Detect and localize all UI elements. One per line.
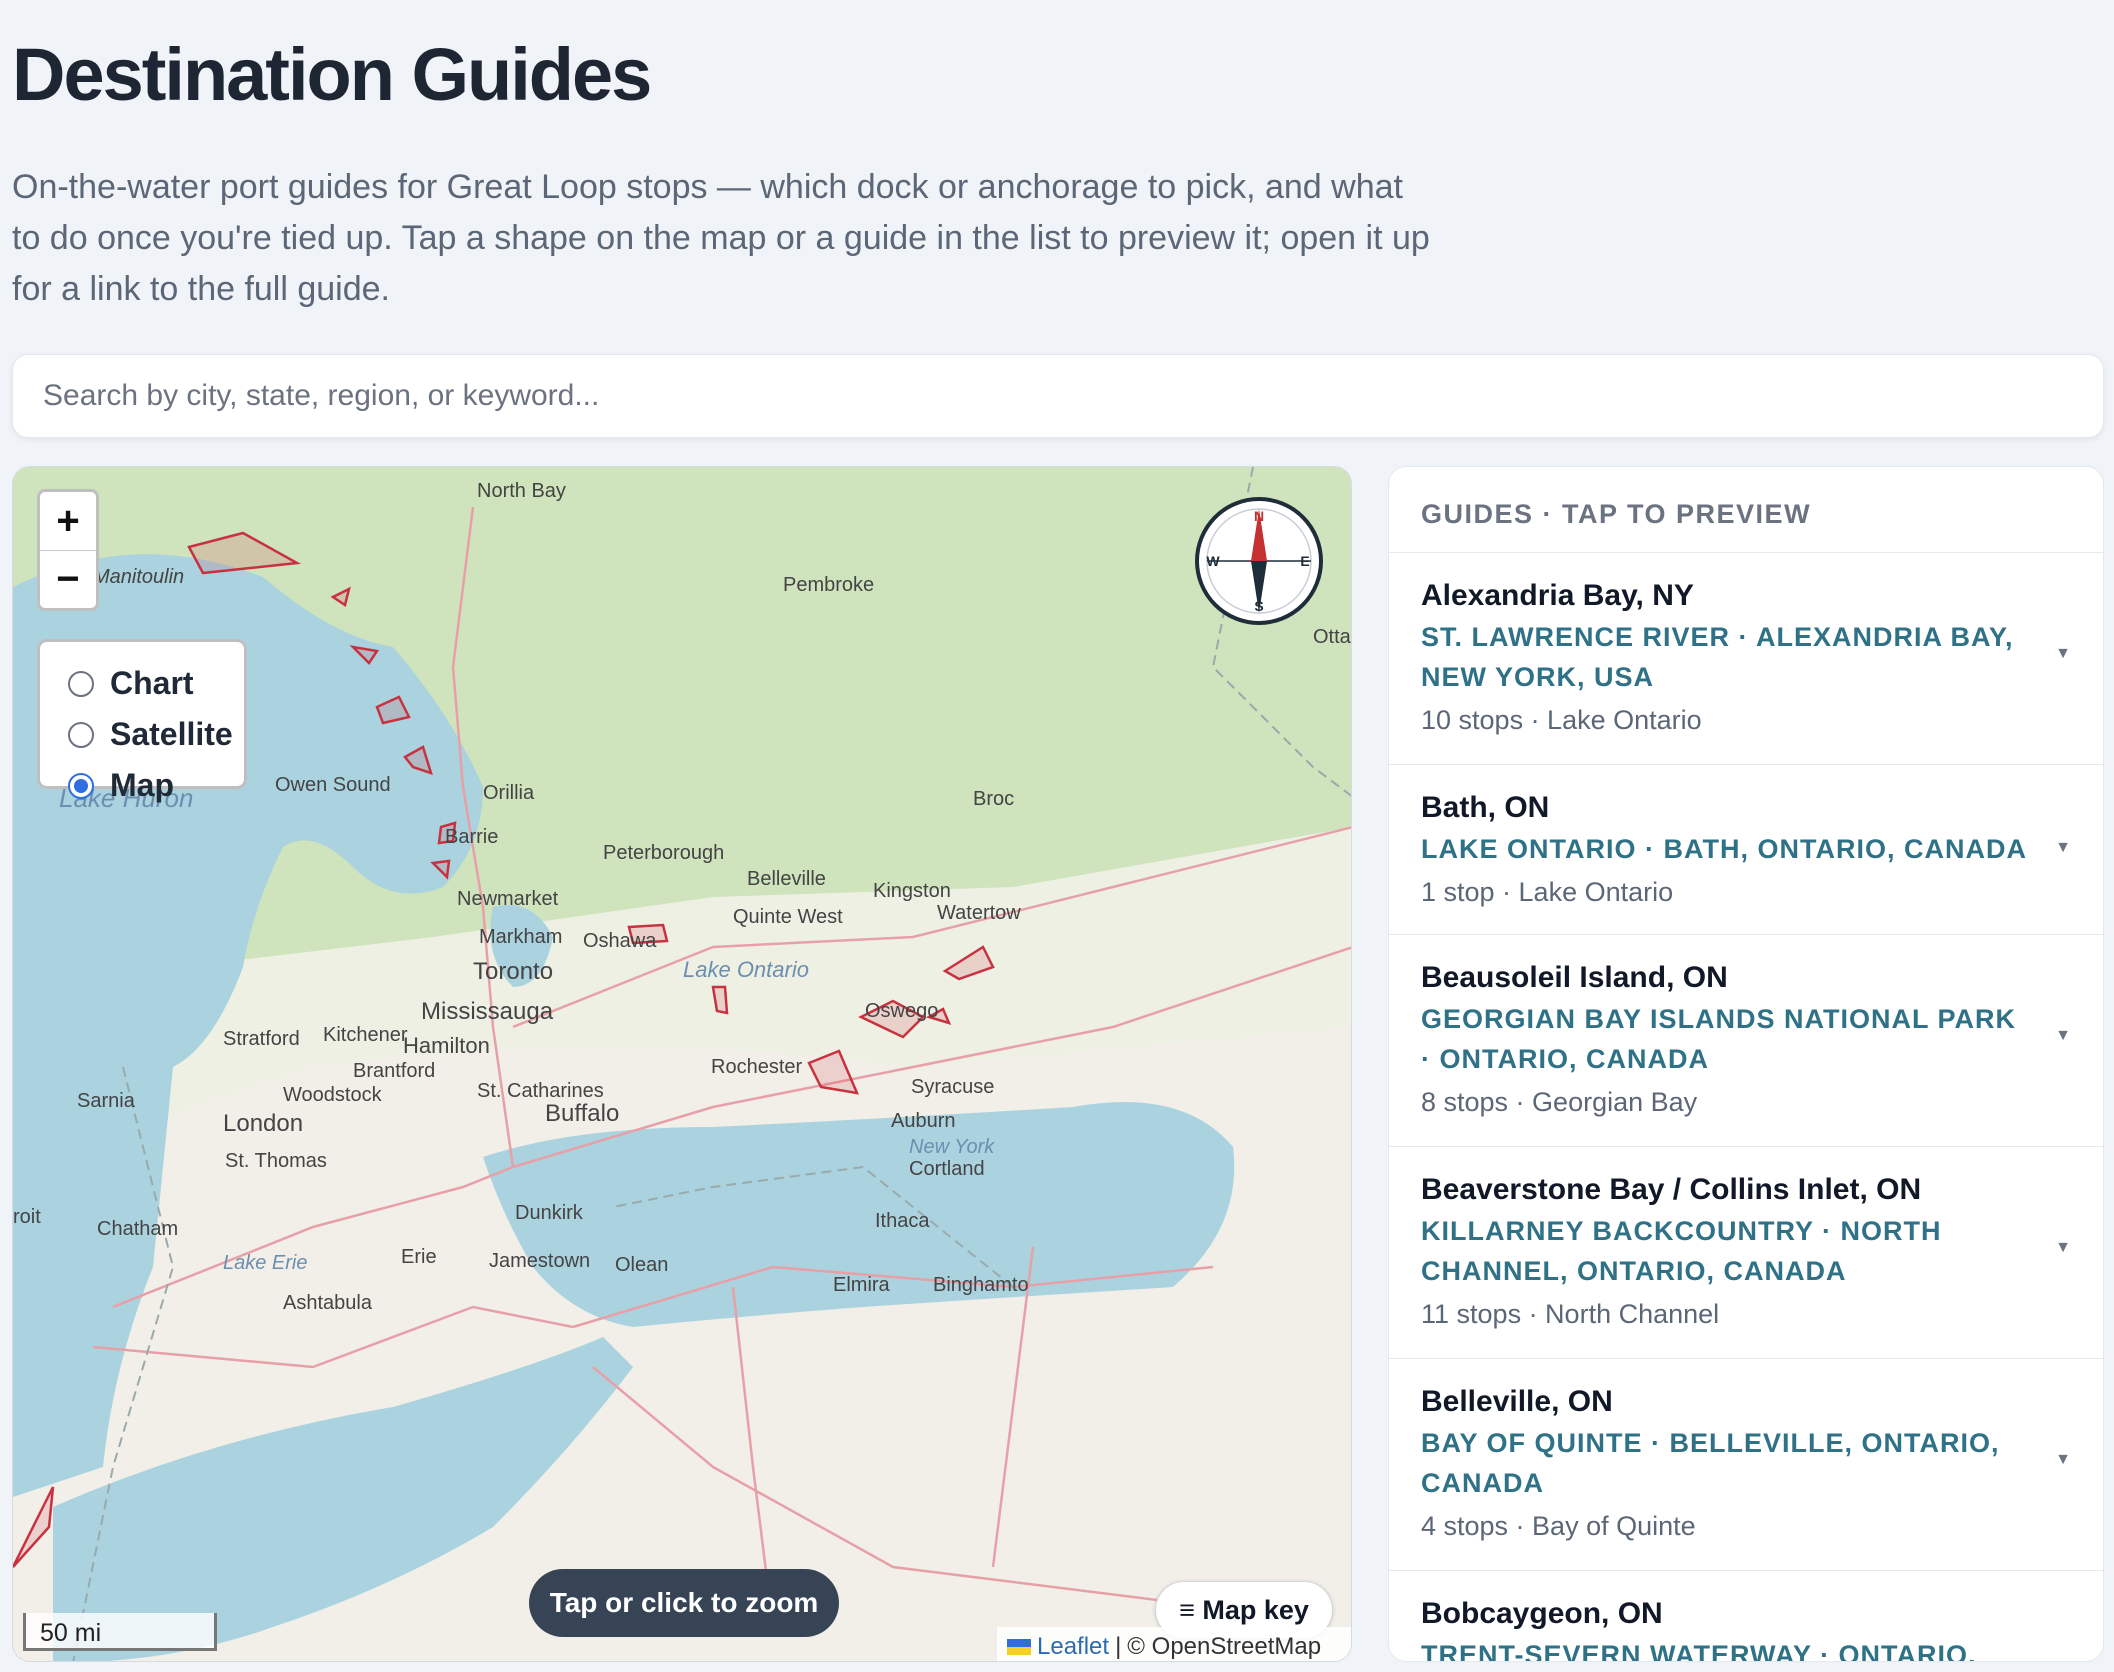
layer-option-chart[interactable]: Chart [68,658,244,709]
layer-option-map[interactable]: Map [68,760,244,811]
guide-item[interactable]: Belleville, ON Bay of Quinte · Bellevill… [1389,1359,2103,1571]
svg-text:Dunkirk: Dunkirk [515,1202,584,1224]
zoom-in-button[interactable]: + [40,492,96,550]
svg-text:Erie: Erie [401,1246,437,1268]
guide-item[interactable]: Alexandria Bay, NY St. Lawrence River · … [1389,553,2103,765]
layer-option-satellite[interactable]: Satellite [68,709,244,760]
svg-text:Stratford: Stratford [223,1028,300,1050]
svg-text:Hamilton: Hamilton [403,1033,490,1058]
zoom-control: + − [37,489,99,611]
chevron-down-icon: ▼ [2055,1239,2071,1256]
svg-text:Toronto: Toronto [473,958,553,985]
svg-text:North Bay: North Bay [477,480,566,502]
svg-text:Brantford: Brantford [353,1060,435,1082]
svg-text:Markham: Markham [479,926,562,948]
svg-text:W: W [1206,553,1220,569]
guides-panel: GUIDES · TAP TO PREVIEW Alexandria Bay, … [1388,466,2104,1662]
page-intro: On-the-water port guides for Great Loop … [12,168,1430,308]
osm-link[interactable]: © OpenStreetMap [1127,1633,1321,1661]
svg-text:S: S [1254,598,1263,614]
svg-text:Olean: Olean [615,1254,668,1276]
svg-text:Syracuse: Syracuse [911,1076,994,1098]
svg-text:Rochester: Rochester [711,1056,802,1078]
ukraine-flag-icon [1007,1639,1031,1655]
svg-text:Lake Ontario: Lake Ontario [683,957,809,982]
guide-item[interactable]: Beaverstone Bay / Collins Inlet, ON Kill… [1389,1147,2103,1359]
svg-text:Broc: Broc [973,788,1014,810]
svg-text:Kingston: Kingston [873,880,951,902]
svg-text:Jamestown: Jamestown [489,1250,590,1272]
svg-text:Owen Sound: Owen Sound [275,774,391,796]
svg-text:Elmira: Elmira [833,1274,891,1296]
leaflet-link[interactable]: Leaflet [1037,1633,1109,1661]
search-input[interactable] [12,354,2104,438]
svg-text:E: E [1300,553,1309,569]
svg-text:Buffalo: Buffalo [545,1100,619,1127]
page-title: Destination Guides [12,33,652,116]
chevron-down-icon: ▼ [2055,645,2071,662]
svg-text:Manitoulin: Manitoulin [93,566,184,588]
svg-text:Ithaca: Ithaca [875,1210,930,1232]
guide-item[interactable]: Bobcaygeon, ON Trent-Severn Waterway · O… [1389,1571,2103,1661]
svg-text:Chatham: Chatham [97,1218,178,1240]
svg-text:Quinte West: Quinte West [733,906,843,928]
svg-text:London: London [223,1110,303,1137]
svg-text:Ashtabula: Ashtabula [283,1292,373,1314]
layer-control: Chart Satellite Map [37,639,247,803]
chevron-down-icon: ▼ [2055,1027,2071,1044]
zoom-hint[interactable]: Tap or click to zoom [529,1569,839,1637]
compass-icon[interactable]: N S E W [1193,495,1325,627]
svg-text:St. Catharines: St. Catharines [477,1080,604,1102]
satellite-radio[interactable] [68,721,94,748]
svg-text:Oswego: Oswego [865,1000,938,1022]
svg-text:Orillia: Orillia [483,782,535,804]
svg-text:roit: roit [13,1206,41,1228]
guide-item[interactable]: Beausoleil Island, ON Georgian Bay Islan… [1389,935,2103,1147]
guide-item[interactable]: Bath, ON Lake Ontario · Bath, Ontario, C… [1389,765,2103,935]
svg-text:Auburn: Auburn [891,1110,956,1132]
svg-text:Binghamto: Binghamto [933,1274,1029,1296]
svg-text:St. Thomas: St. Thomas [225,1150,327,1172]
map[interactable]: North Bay Pembroke Otta Manitoulin Lake … [12,466,1352,1662]
svg-text:Woodstock: Woodstock [283,1084,383,1106]
scale-bar: 50 mi [23,1613,217,1651]
svg-text:Kitchener: Kitchener [323,1024,408,1046]
map-radio[interactable] [68,772,94,799]
guides-header: GUIDES · TAP TO PREVIEW [1389,467,2103,553]
svg-text:New York: New York [909,1136,995,1158]
svg-text:Mississauga: Mississauga [421,998,554,1025]
svg-text:Peterborough: Peterborough [603,842,724,864]
svg-text:Pembroke: Pembroke [783,574,874,596]
svg-text:Oshawa: Oshawa [583,930,657,952]
svg-text:Otta: Otta [1313,626,1352,648]
map-attribution: Leaflet | © OpenStreetMap [997,1627,1351,1661]
svg-text:Sarnia: Sarnia [77,1090,136,1112]
svg-text:N: N [1254,508,1264,524]
svg-text:Belleville: Belleville [747,868,826,890]
zoom-out-button[interactable]: − [40,550,96,608]
svg-text:Lake Erie: Lake Erie [223,1252,308,1274]
svg-text:Newmarket: Newmarket [457,888,559,910]
svg-text:Watertow: Watertow [937,902,1021,924]
chart-radio[interactable] [68,670,94,697]
svg-text:Cortland: Cortland [909,1158,985,1180]
chevron-down-icon: ▼ [2055,839,2071,856]
svg-text:Barrie: Barrie [445,826,498,848]
chevron-down-icon: ▼ [2055,1451,2071,1468]
